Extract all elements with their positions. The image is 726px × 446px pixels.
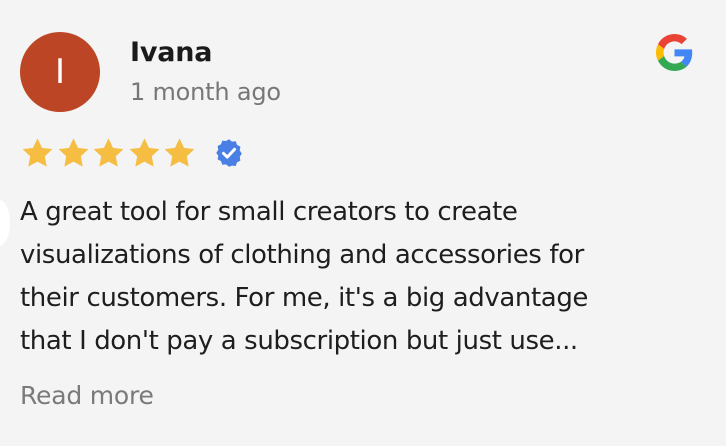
review-text-line: visualizations of clothing and accessori… — [20, 240, 584, 270]
star-rating — [20, 134, 244, 172]
star-icon — [164, 137, 195, 167]
star-icon — [58, 137, 88, 167]
verified-badge-icon — [215, 139, 242, 167]
review-text-line: that I don't pay a subscription but just… — [20, 326, 578, 356]
star-icon — [129, 137, 159, 167]
review-text: A great tool for small creators to creat… — [20, 191, 715, 363]
google-g-icon — [656, 34, 693, 71]
star-icon — [93, 137, 124, 167]
reviewer-name: Ivana — [130, 37, 213, 68]
avatar: I — [20, 32, 100, 112]
review-date: 1 month ago — [130, 78, 281, 106]
avatar-initial: I — [54, 52, 66, 92]
review-text-line: A great tool for small creators to creat… — [20, 197, 518, 227]
star-icon — [22, 137, 53, 167]
review-text-line: their customers. For me, it's a big adva… — [20, 283, 589, 313]
review-card: I Ivana 1 month ago A great tool for sma… — [0, 0, 726, 446]
carousel-prev-edge[interactable] — [0, 200, 10, 246]
read-more-link[interactable]: Read more — [20, 381, 154, 410]
